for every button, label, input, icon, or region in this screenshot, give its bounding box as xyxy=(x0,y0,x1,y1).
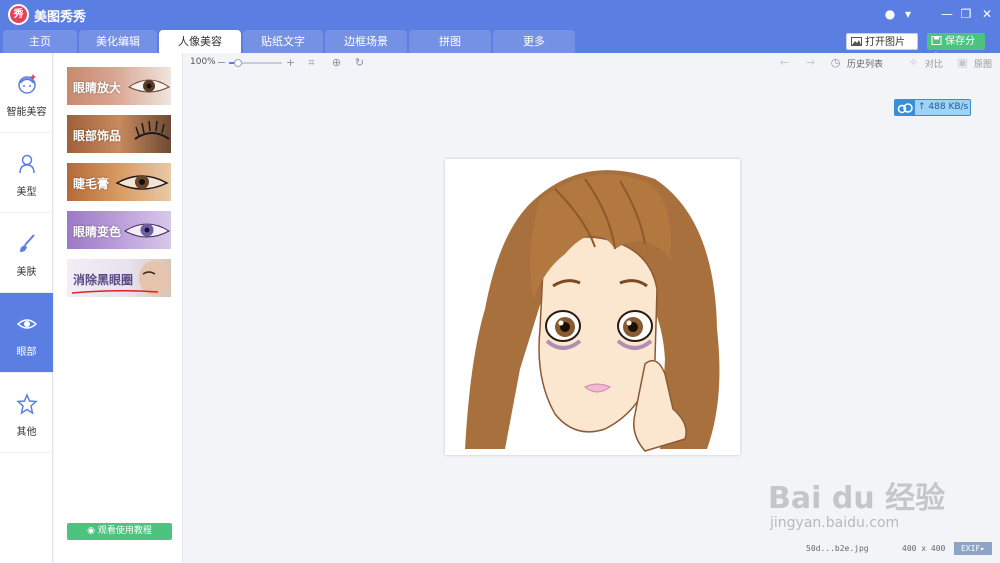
zoom-out-icon[interactable]: − xyxy=(215,56,228,69)
cartoon-portrait-image xyxy=(445,159,740,455)
star-icon xyxy=(16,393,38,415)
feature-eye-enlarge[interactable]: 眼睛放大 xyxy=(67,67,171,105)
exif-label: EXIF xyxy=(960,544,981,553)
close-icon[interactable]: ✕ xyxy=(977,4,997,24)
feature-panel: 眼睛放大 眼部饰品 睫毛膏 眼睛变色 消除黑眼圈 ◉ 观看使用教程 xyxy=(54,53,183,563)
zoom-slider[interactable] xyxy=(229,59,282,67)
feature-eye-accessory[interactable]: 眼部饰品 xyxy=(67,115,171,153)
open-image-label: 打开图片 xyxy=(865,37,905,48)
upload-arrow-icon: ↑ xyxy=(918,102,929,112)
upload-speed-badge: ↑ 488 KB/s xyxy=(894,99,971,116)
file-name: 50d...b2e.jpg xyxy=(806,544,869,553)
restore-icon[interactable]: ❐ xyxy=(956,4,976,24)
chat-icon[interactable]: ● xyxy=(880,4,900,24)
original-image-icon[interactable]: ▣ xyxy=(956,56,969,69)
chevron-down-icon: ▸ xyxy=(980,544,986,553)
undo-icon[interactable]: ← xyxy=(778,56,791,69)
save-icon xyxy=(931,36,942,45)
color-eye-thumbnail-icon xyxy=(124,223,170,238)
title-bar: 秀 美图秀秀 ● ▾ — ❐ ✕ xyxy=(0,0,1000,30)
upload-speed-text: ↑ 488 KB/s xyxy=(918,102,968,112)
compare-icon[interactable]: ✧ xyxy=(907,56,920,69)
app-logo: 秀 xyxy=(8,4,29,25)
smart-face-icon xyxy=(18,74,36,94)
zoom-level: 100% xyxy=(190,57,216,67)
nav-skin[interactable]: 美肤 xyxy=(0,213,53,293)
save-share-button[interactable]: 保存分享 xyxy=(927,33,985,64)
photo-preview[interactable] xyxy=(445,159,740,455)
crop-icon[interactable]: ⌗ xyxy=(305,56,318,69)
feature-remove-dark-circles-label: 消除黑眼圈 xyxy=(73,273,134,287)
underline-stroke-icon xyxy=(71,289,159,294)
nav-other[interactable]: 其他 xyxy=(0,373,53,453)
mascara-thumbnail-icon xyxy=(115,175,169,190)
feature-eye-enlarge-label: 眼睛放大 xyxy=(73,81,122,95)
open-image-button[interactable]: 打开图片 xyxy=(846,33,918,50)
tab-portrait[interactable]: 人像美容 xyxy=(159,30,241,53)
exif-button[interactable]: EXIF▸ xyxy=(954,542,992,555)
menu-icon[interactable]: ▾ xyxy=(898,4,918,24)
tab-stickers[interactable]: 贴纸文字 xyxy=(243,30,323,53)
nav-eyes-label: 眼部 xyxy=(16,347,37,358)
tab-beautify[interactable]: 美化编辑 xyxy=(79,30,157,53)
history-list-button[interactable]: 历史列表 xyxy=(847,57,883,70)
zoom-in-icon[interactable]: + xyxy=(284,56,297,69)
minimize-icon[interactable]: — xyxy=(937,4,957,24)
magnify-icon[interactable]: ⊕ xyxy=(330,56,343,69)
feature-eye-color[interactable]: 眼睛变色 xyxy=(67,211,171,249)
eye-thumbnail-icon xyxy=(128,79,170,93)
lashes-thumbnail-icon xyxy=(134,120,170,140)
app-title: 美图秀秀 xyxy=(34,10,87,25)
feature-eye-color-label: 眼睛变色 xyxy=(73,225,122,239)
original-button[interactable]: 原图 xyxy=(974,57,992,70)
cloud-icon xyxy=(895,100,915,115)
rotate-icon[interactable]: ↻ xyxy=(353,56,366,69)
tab-collage[interactable]: 拼图 xyxy=(409,30,491,53)
zoom-slider-thumb[interactable] xyxy=(234,59,242,67)
nav-eyes[interactable]: 眼部 xyxy=(0,293,53,373)
watch-tutorial-button[interactable]: ◉ 观看使用教程 xyxy=(67,523,172,540)
nav-smart-beauty[interactable]: 智能美容 xyxy=(0,53,53,133)
eye-small-icon: ◉ xyxy=(87,526,98,536)
status-bar: 50d...b2e.jpg 400 x 400 EXIF▸ xyxy=(184,540,1000,563)
person-icon xyxy=(19,154,35,174)
tab-frames[interactable]: 边框场景 xyxy=(325,30,407,53)
nav-shape[interactable]: 美型 xyxy=(0,133,53,213)
image-toolbar: 100% − + ⌗ ⊕ ↻ ← → ◷ 历史列表 ✧ 对比 ▣ 原图 xyxy=(184,53,1000,73)
compare-button[interactable]: 对比 xyxy=(925,57,943,70)
brush-icon xyxy=(20,234,35,252)
image-dimensions: 400 x 400 xyxy=(902,544,946,553)
nav-skin-label: 美肤 xyxy=(16,267,37,278)
history-icon[interactable]: ◷ xyxy=(829,56,842,69)
feature-eye-accessory-label: 眼部饰品 xyxy=(73,129,122,143)
nav-smart-beauty-label: 智能美容 xyxy=(6,107,47,118)
watermark-url: jingyan.baidu.com xyxy=(770,515,900,531)
feature-mascara[interactable]: 睫毛膏 xyxy=(67,163,171,201)
nav-other-label: 其他 xyxy=(16,427,37,438)
redo-icon[interactable]: → xyxy=(804,56,817,69)
main-tabs: 主页 美化编辑 人像美容 贴纸文字 边框场景 拼图 更多 打开图片 保存分享 xyxy=(0,30,1000,64)
watermark-logo: Bai du 经验 xyxy=(768,481,946,516)
eye-icon xyxy=(16,319,38,329)
baidu-watermark: Bai du 经验 jingyan.baidu.com xyxy=(768,455,988,535)
image-icon xyxy=(851,37,862,46)
watch-tutorial-label: 观看使用教程 xyxy=(97,526,152,536)
nav-shape-label: 美型 xyxy=(16,187,37,198)
feature-remove-dark-circles[interactable]: 消除黑眼圈 xyxy=(67,259,171,297)
left-nav: 智能美容 美型 美肤 眼部 其他 xyxy=(0,53,53,563)
upload-speed-value: 488 KB/s xyxy=(928,102,969,112)
feature-mascara-label: 睫毛膏 xyxy=(73,177,110,191)
tab-more[interactable]: 更多 xyxy=(493,30,575,53)
tab-home[interactable]: 主页 xyxy=(3,30,77,53)
